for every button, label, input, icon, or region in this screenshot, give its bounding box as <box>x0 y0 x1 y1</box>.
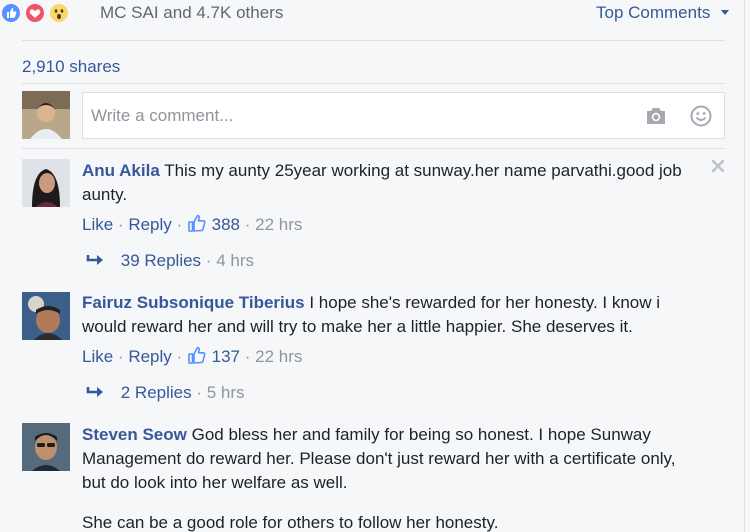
replies-timestamp: 5 hrs <box>206 383 245 402</box>
replies-timestamp: 4 hrs <box>216 251 254 270</box>
comment-avatar[interactable] <box>22 423 70 471</box>
comments-panel: MC SAI and 4.7K others Top Comments 2,91… <box>0 0 745 532</box>
camera-icon[interactable] <box>645 106 667 126</box>
reply-link[interactable]: Reply <box>128 347 171 366</box>
separator: · <box>205 251 217 270</box>
reply-arrow-icon <box>86 387 103 397</box>
reaction-icons[interactable] <box>0 2 96 24</box>
chevron-down-icon[interactable] <box>721 10 729 15</box>
reply-link[interactable]: Reply <box>128 215 171 234</box>
comment-author[interactable]: Fairuz Subsonique Tiberius <box>82 293 305 312</box>
current-user-avatar[interactable] <box>22 91 70 139</box>
divider <box>22 40 725 41</box>
separator: · <box>244 215 256 234</box>
like-reaction-icon <box>0 2 22 24</box>
comment-avatar[interactable] <box>22 159 70 207</box>
separator: · <box>117 215 129 234</box>
separator: · <box>244 347 256 366</box>
comment-author[interactable]: Steven Seow <box>82 425 187 444</box>
comment-avatar[interactable] <box>22 292 70 340</box>
comment-author[interactable]: Anu Akila <box>82 161 160 180</box>
comment-text-continued: She can be a good role for others to fol… <box>82 513 499 532</box>
thumbs-up-icon[interactable] <box>187 213 207 233</box>
view-replies-link[interactable]: 39 Replies · 4 hrs <box>86 249 254 273</box>
like-link[interactable]: Like <box>82 215 113 234</box>
smiley-icon[interactable] <box>690 105 712 127</box>
comment-input[interactable] <box>91 103 631 129</box>
thumbs-up-icon[interactable] <box>187 345 207 365</box>
love-reaction-icon <box>24 2 46 24</box>
comment-actions: Like · Reply · 388 · 22 hrs <box>82 213 302 237</box>
like-count[interactable]: 137 <box>212 347 240 366</box>
sort-comments-dropdown[interactable]: Top Comments <box>596 3 710 23</box>
shares-count[interactable]: 2,910 shares <box>22 57 120 77</box>
comment-timestamp[interactable]: 22 hrs <box>255 347 302 366</box>
comment-body: Fairuz Subsonique Tiberius I hope she's … <box>82 291 702 339</box>
like-count[interactable]: 388 <box>212 215 240 234</box>
separator: · <box>176 215 187 234</box>
separator: · <box>176 347 187 366</box>
like-link[interactable]: Like <box>82 347 113 366</box>
separator: · <box>117 347 129 366</box>
reply-arrow-icon <box>86 255 103 265</box>
close-icon[interactable] <box>710 158 726 174</box>
reactions-count-text[interactable]: MC SAI and 4.7K others <box>100 3 283 23</box>
comment-body: Anu Akila This my aunty 25year working a… <box>82 159 702 207</box>
comment-body: Steven Seow God bless her and family for… <box>82 423 702 495</box>
comment-timestamp[interactable]: 22 hrs <box>255 215 302 234</box>
replies-count[interactable]: 39 Replies <box>121 251 201 270</box>
view-replies-link[interactable]: 2 Replies · 5 hrs <box>86 381 245 405</box>
wow-reaction-icon <box>48 2 70 24</box>
comment-text: This my aunty 25year working at sunway.h… <box>82 161 682 204</box>
divider <box>22 148 725 149</box>
comment-actions: Like · Reply · 137 · 22 hrs <box>82 345 302 369</box>
comment-composer[interactable] <box>82 92 725 139</box>
replies-count[interactable]: 2 Replies <box>121 383 192 402</box>
reactions-summary[interactable]: MC SAI and 4.7K others Top Comments <box>0 0 745 26</box>
divider <box>22 83 725 84</box>
separator: · <box>196 383 207 402</box>
